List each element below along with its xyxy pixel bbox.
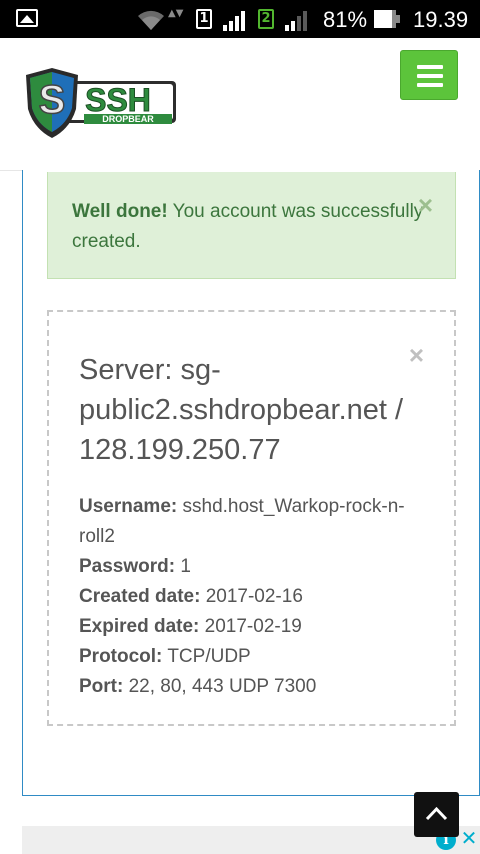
detail-password: Password: 1: [79, 556, 191, 577]
scroll-to-top-button[interactable]: [414, 792, 459, 837]
battery-percent: 81%: [323, 7, 368, 32]
gallery-notification-icon: [16, 9, 38, 27]
account-box-close-icon[interactable]: ×: [409, 342, 424, 368]
chevron-up-icon: [425, 806, 448, 821]
svg-text:SSH: SSH: [85, 82, 151, 118]
server-title: Server: sg-public2.sshdropbear.net / 128…: [79, 354, 404, 466]
detail-protocol: Protocol: TCP/UDP: [79, 646, 251, 667]
svg-text:S: S: [39, 78, 66, 122]
alert-heading: Well done!: [72, 201, 168, 222]
status-bar: ▲▼ 1 2 81% 19.39: [0, 0, 480, 38]
detail-created-date: Created date: 2017-02-16: [79, 586, 303, 607]
wifi-icon: [138, 10, 164, 30]
site-header: S SSH DROPBEAR: [0, 38, 480, 171]
signal-strength-sim1-icon: [223, 11, 245, 31]
svg-text:DROPBEAR: DROPBEAR: [102, 114, 154, 124]
sim1-icon: 1: [196, 9, 212, 29]
data-activity-icon: ▲▼: [168, 8, 184, 19]
success-alert: × Well done! You account was successfull…: [47, 172, 456, 279]
detail-expired-date: Expired date: 2017-02-19: [79, 616, 302, 637]
signal-strength-sim2-icon: [285, 11, 307, 31]
ssh-dropbear-logo[interactable]: S SSH DROPBEAR: [22, 67, 180, 139]
account-details-box: × Server: sg-public2.sshdropbear.net / 1…: [47, 310, 456, 726]
hamburger-icon: [417, 65, 443, 69]
battery-icon: [374, 10, 400, 28]
menu-toggle-button[interactable]: [400, 50, 458, 100]
ad-close-icon[interactable]: ✕: [458, 826, 480, 854]
detail-port: Port: 22, 80, 443 UDP 7300: [79, 676, 317, 697]
clock: 19.39: [413, 7, 469, 32]
detail-username: Username: sshd.host_Warkop-rock-n-roll2: [79, 496, 405, 547]
sim2-icon: 2: [258, 9, 274, 29]
content-panel: × Well done! You account was successfull…: [22, 170, 480, 796]
ad-banner[interactable]: [22, 826, 480, 854]
alert-close-icon[interactable]: ×: [418, 192, 433, 218]
